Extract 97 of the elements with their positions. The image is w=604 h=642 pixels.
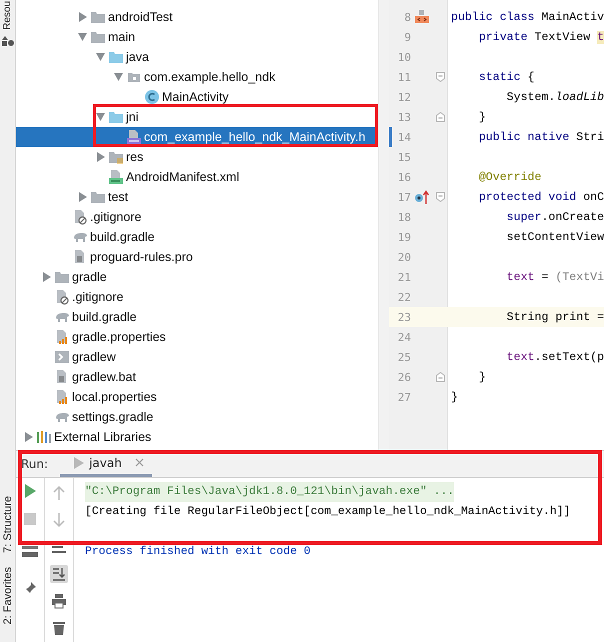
resources-icon[interactable] [2,36,14,46]
line-number: 19 [396,230,411,244]
favorites-tab[interactable]: 2: Favorites [2,566,14,624]
run-icon[interactable] [24,484,36,498]
run-panel-title: Run: [20,456,50,473]
code-line: } [478,370,486,384]
line-number: 23 [396,310,411,324]
tree-item[interactable]: proguard-rules.pro [16,247,378,267]
resources-tab[interactable]: Resou [2,1,13,30]
line-number: 12 [396,90,411,104]
line-number: 24 [396,330,411,344]
line-number: 16 [396,170,411,184]
expanded-arrow-icon[interactable] [76,32,90,42]
code-line: System.loadLib [506,90,604,104]
scroll-to-end-button[interactable] [50,565,68,583]
change-marker[interactable] [389,127,392,147]
tree-item[interactable]: MainActivity [16,87,378,107]
expanded-arrow-icon[interactable] [112,72,126,82]
code-line: } [450,390,458,404]
tree-item[interactable]: settings.gradle [16,407,378,427]
tree-item[interactable]: .gitignore [16,207,378,227]
line-number: 26 [396,370,411,384]
tree-item[interactable]: res [16,147,378,167]
code-line: protected void onC [478,190,604,204]
shell-icon [54,349,70,365]
tree-item[interactable]: .gitignore [16,287,378,307]
line-number: 14 [396,130,411,144]
line-number: 9 [403,30,411,44]
folder-icon [90,9,106,25]
override-icon[interactable] [414,189,430,205]
line-number: 11 [396,70,411,84]
expanded-arrow-icon[interactable] [94,112,108,122]
tree-item[interactable]: local.properties [16,387,378,407]
tree-item[interactable]: gradle [16,267,378,287]
line-number: 8 [403,10,411,24]
implemented-class-icon[interactable] [414,9,430,25]
header-icon [126,129,142,145]
source-folder-icon [108,49,124,65]
code-line: setContentView [506,230,604,244]
line-number: 25 [396,350,411,364]
libraries-icon [36,429,52,445]
folder-icon [90,189,106,205]
code-line: public native Stri [478,130,604,144]
tree-item[interactable]: main [16,27,378,47]
code-line: private TextView t [478,30,604,44]
code-line: text.setText(p [506,350,604,364]
expanded-arrow-icon[interactable] [94,52,108,62]
line-number: 22 [396,290,411,304]
code-line: text = (TextVi [506,270,604,284]
folder-icon [90,29,106,45]
tree-item[interactable]: AndroidManifest.xml [16,167,378,187]
line-number: 15 [396,150,411,164]
line-number: 20 [396,250,411,264]
tree-item[interactable]: gradle.properties [16,327,378,347]
line-number: 18 [396,210,411,224]
code-line: } [478,110,486,124]
code-line: static { [478,70,534,84]
code-line: public class MainActiv [450,10,604,24]
console-output-line: [Creating file RegularFileObject[com_example_hello_ndk_MainActivity.h]] [85,504,570,520]
print-icon[interactable] [50,592,68,610]
gitignore-icon [72,209,88,225]
properties-icon [54,389,70,405]
line-number: 27 [396,390,411,404]
tree-item[interactable]: External Libraries [16,427,378,447]
java-class-icon [144,89,160,105]
trash-icon[interactable] [50,619,68,637]
tree-item[interactable]: gradlew.bat [16,367,378,387]
tree-item[interactable]: gradlew [16,347,378,367]
tree-item[interactable]: jni [16,107,378,127]
structure-tab[interactable]: 7: Structure [2,496,14,553]
layout-icon[interactable] [22,546,38,558]
line-number: 17 [396,190,411,204]
line-number: 13 [396,110,411,124]
run-tab[interactable]: javah [60,451,152,477]
fold-marker-icon[interactable] [436,72,444,82]
fold-marker-icon[interactable] [436,192,444,202]
manifest-icon [108,169,124,185]
play-icon [74,456,84,468]
gitignore-icon [54,289,70,305]
line-number: 21 [396,270,411,284]
line-number: 10 [396,50,411,64]
properties-icon [54,329,70,345]
source-folder-icon [108,109,124,125]
code-line: String print = [506,310,604,324]
tree-item[interactable]: build.gradle [16,307,378,327]
tree-item[interactable]: test [16,187,378,207]
code-line: @Override [478,170,542,184]
scrollbar[interactable] [378,0,389,450]
code-line: super.onCreate [506,210,604,224]
res-folder-icon [108,149,124,165]
console-output-line: Process finished with exit code 0 [85,544,311,560]
close-icon[interactable] [134,458,144,467]
tree-item[interactable]: build.gradle [16,227,378,247]
tree-item[interactable]: java [16,47,378,67]
folder-icon [54,269,70,285]
tree-item[interactable]: com.example.hello_ndk [16,67,378,87]
tree-item[interactable]: androidTest [16,7,378,27]
